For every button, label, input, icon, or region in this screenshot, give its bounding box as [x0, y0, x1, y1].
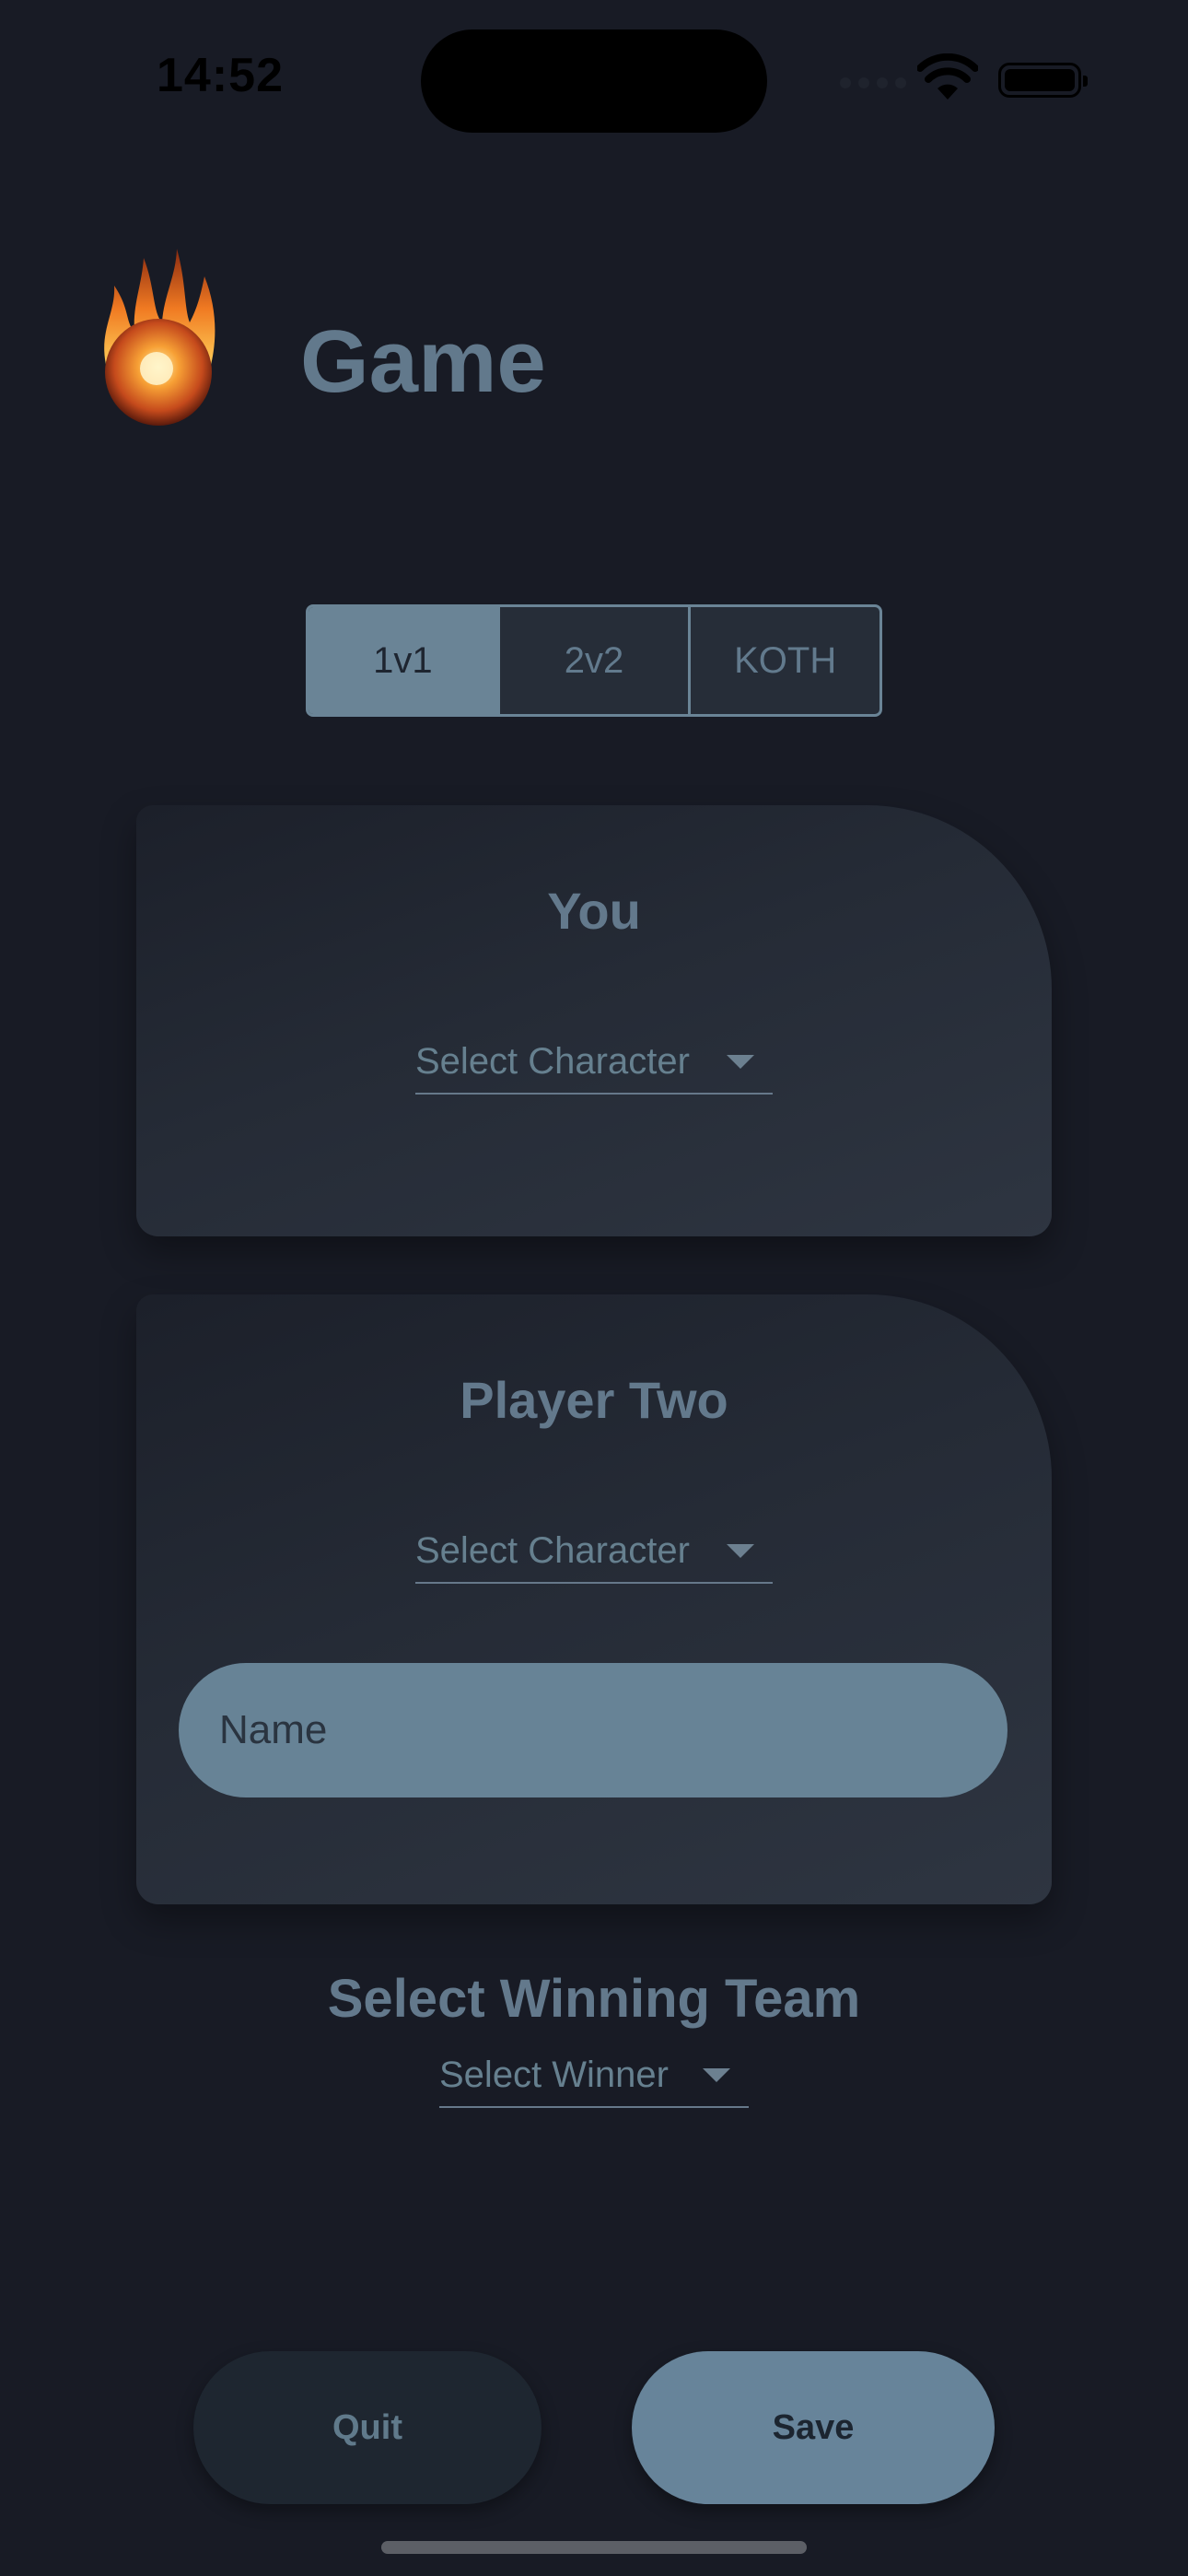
name-placeholder: Name: [219, 1707, 328, 1752]
page-title: Game: [300, 312, 546, 411]
card-title-player-two: Player Two: [460, 1371, 728, 1429]
winner-dropdown[interactable]: Select Winner: [439, 2043, 749, 2108]
tab-2v2[interactable]: 2v2: [496, 607, 689, 714]
quit-button[interactable]: Quit: [193, 2351, 542, 2504]
flaming-ball-logo-icon: [104, 249, 215, 426]
wifi-icon: [917, 53, 978, 100]
chevron-down-icon: [727, 1054, 754, 1069]
dynamic-island: [421, 29, 767, 133]
dropdown-label: Select Winner: [439, 2054, 669, 2095]
mode-segmented-control: 1v1 2v2 KOTH: [306, 604, 882, 717]
player-two-character-dropdown[interactable]: Select Character: [415, 1519, 773, 1584]
save-button[interactable]: Save: [632, 2351, 995, 2504]
you-character-dropdown[interactable]: Select Character: [415, 1030, 773, 1095]
player-two-card: Player Two Select Character Name: [136, 1294, 1052, 1904]
home-indicator: [381, 2541, 807, 2554]
player-two-name-input[interactable]: Name: [179, 1663, 1007, 1797]
tab-koth[interactable]: KOTH: [688, 607, 879, 714]
winning-team-heading: Select Winning Team: [327, 1969, 861, 2029]
cellular-signal-icon: [840, 77, 906, 88]
player-you-card: You Select Character: [136, 805, 1052, 1236]
dropdown-label: Select Character: [415, 1529, 690, 1571]
battery-icon: [998, 63, 1088, 98]
dropdown-label: Select Character: [415, 1040, 690, 1082]
chevron-down-icon: [727, 1543, 754, 1558]
status-time: 14:52: [157, 49, 284, 102]
card-title-you: You: [547, 882, 641, 940]
tab-1v1[interactable]: 1v1: [309, 607, 497, 714]
chevron-down-icon: [703, 2067, 730, 2082]
